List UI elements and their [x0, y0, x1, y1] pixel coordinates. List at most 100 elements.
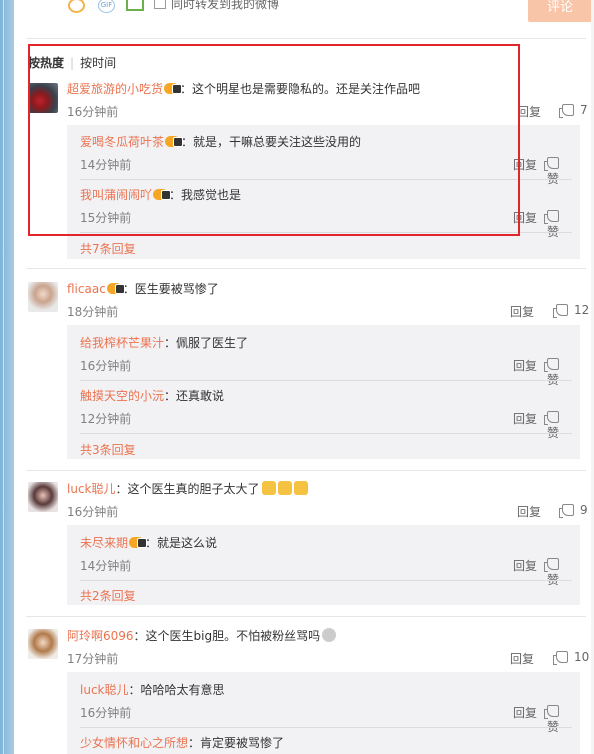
divider: [26, 470, 586, 471]
thumbs-up-icon: [553, 651, 568, 665]
vip-badge-icon: [129, 537, 148, 548]
thumbs-up-icon: [553, 304, 568, 318]
thumbs-up-emoji-icon: [277, 481, 292, 495]
sub-reply-time: 16分钟前: [80, 359, 132, 373]
thumbs-up-icon: [544, 411, 559, 425]
sub-reply-text: ：佩服了医生了: [164, 336, 249, 350]
image-icon[interactable]: [126, 0, 144, 11]
comment-panel: GIF 同时转发到我的微博 评论 按热度 | 按时间 超爱旅游的小吃货 ：这个明星也是…: [14, 0, 594, 754]
gif-icon[interactable]: GIF: [98, 0, 115, 13]
sub-reply-text: ：还真敢说: [164, 389, 225, 403]
vip-badge-icon: [106, 283, 125, 294]
sub-reply-time: 16分钟前: [80, 706, 132, 720]
sub-reply-username[interactable]: luck聪儿: [80, 683, 129, 697]
reply-button[interactable]: 回复: [510, 303, 534, 320]
like-count: 10: [574, 650, 590, 664]
sub-reply-button[interactable]: 回复: [513, 410, 537, 427]
sub-reply-username[interactable]: 给我榨杯芒果汁: [80, 336, 164, 350]
thumbs-up-icon: [544, 210, 559, 224]
sub-like-button[interactable]: 赞: [544, 209, 572, 240]
like-button[interactable]: 9: [559, 503, 588, 518]
like-count: 7: [580, 103, 588, 117]
reply-button[interactable]: 回复: [510, 650, 534, 667]
more-replies-link[interactable]: 共3条回复: [80, 441, 136, 458]
comment-text: ：这个医生真的胆子太大了: [115, 482, 260, 496]
sub-reply-item: 未尽来期 ：就是这么说: [80, 534, 572, 551]
reply-button[interactable]: 回复: [517, 103, 541, 120]
sub-reply-username[interactable]: 少女情怀和心之所想: [80, 736, 188, 750]
comment-time: 18分钟前: [67, 305, 119, 319]
sub-reply-item: luck聪儿：哈哈哈太有意思: [80, 681, 572, 698]
thumbs-up-icon: [559, 504, 574, 518]
sub-reply-username[interactable]: 触摸天空的小沅: [80, 389, 164, 403]
sub-reply-meta: 12分钟前 回复 赞: [80, 410, 572, 440]
like-button[interactable]: 12: [553, 303, 590, 318]
post-comment-button[interactable]: 评论: [528, 0, 592, 22]
thumbs-up-emoji-icon: [293, 481, 308, 495]
highlight-box: [28, 44, 520, 236]
comment-username[interactable]: luck聪儿: [67, 482, 116, 496]
like-count: 9: [580, 503, 588, 517]
divider: [26, 616, 586, 617]
sub-reply-button[interactable]: 回复: [513, 557, 537, 574]
comment-time: 17分钟前: [67, 652, 119, 666]
divider: [80, 380, 572, 381]
sub-reply-time: 12分钟前: [80, 412, 132, 426]
repost-checkbox[interactable]: [154, 0, 166, 9]
sub-reply-item: 少女情怀和心之所想：肯定要被骂惨了: [80, 734, 572, 751]
emoji-icon[interactable]: [68, 0, 85, 13]
sub-like-button[interactable]: 赞: [544, 557, 572, 588]
divider: [80, 580, 572, 581]
thumbs-up-emoji-icon: [261, 481, 276, 495]
comment-content: flicaac ：医生要被骂惨了: [67, 280, 219, 297]
comment-item: 阿玲啊6096：这个医生big胆。不怕被粉丝骂吗 17分钟前 回复 10 luc…: [14, 627, 594, 754]
sub-reply-text: ：哈哈哈太有意思: [128, 683, 225, 697]
comment-content: 阿玲啊6096：这个医生big胆。不怕被粉丝骂吗: [67, 627, 337, 644]
comment-toolbar: GIF 同时转发到我的微博 评论: [14, 0, 594, 28]
avatar[interactable]: [28, 282, 58, 312]
comment-content: luck聪儿：这个医生真的胆子太大了: [67, 480, 308, 497]
divider: [26, 268, 586, 269]
divider: [80, 727, 572, 728]
thumbs-up-icon: [544, 157, 559, 171]
sub-reply-meta: 16分钟前 回复 赞: [80, 704, 572, 734]
sub-replies: 未尽来期 ：就是这么说 14分钟前 回复 赞 共2条回复: [67, 525, 580, 605]
divider: [26, 38, 586, 39]
sub-like-button[interactable]: 赞: [544, 357, 572, 388]
sub-reply-username[interactable]: 未尽来期: [80, 536, 128, 550]
sub-like-button[interactable]: 赞: [544, 156, 572, 187]
thumbs-up-icon: [544, 705, 559, 719]
sub-reply-button[interactable]: 回复: [513, 357, 537, 374]
like-button[interactable]: 10: [553, 650, 590, 665]
sub-replies: luck聪儿：哈哈哈太有意思 16分钟前 回复 赞 少女情怀和心之所想：肯定要被…: [67, 672, 580, 754]
repost-label: 同时转发到我的微博: [171, 0, 280, 11]
comment-username[interactable]: 阿玲啊6096: [67, 629, 134, 643]
like-button[interactable]: 7: [559, 103, 588, 118]
sub-reply-text: ：就是这么说: [145, 536, 218, 550]
sub-reply-button[interactable]: 回复: [513, 704, 537, 721]
avatar[interactable]: [28, 482, 58, 512]
like-count: 12: [574, 303, 590, 317]
comment-time: 16分钟前: [67, 505, 119, 519]
comment-text: ：医生要被骂惨了: [122, 282, 219, 296]
sub-like-button[interactable]: 赞: [544, 704, 572, 735]
sub-reply-meta: 14分钟前 回复 赞: [80, 557, 572, 587]
comment-text: ：这个医生big胆。不怕被粉丝骂吗: [133, 629, 321, 643]
sub-reply-time: 14分钟前: [80, 559, 132, 573]
sub-replies: 给我榨杯芒果汁：佩服了医生了 16分钟前 回复 赞 触摸天空的小沅：还真敢说 1…: [67, 325, 580, 459]
avatar[interactable]: [28, 629, 58, 659]
divider: [80, 433, 572, 434]
comment-item: luck聪儿：这个医生真的胆子太大了 16分钟前 回复 9 未尽来期 ：就是这么说…: [14, 480, 594, 615]
comment-item: flicaac ：医生要被骂惨了 18分钟前 回复 12 给我榨杯芒果汁：佩服了医…: [14, 280, 594, 470]
more-replies-link[interactable]: 共7条回复: [80, 240, 136, 257]
thumbs-up-icon: [544, 358, 559, 372]
sub-like-button[interactable]: 赞: [544, 410, 572, 441]
more-replies-link[interactable]: 共2条回复: [80, 587, 136, 604]
dizzy-face-emoji-icon: [322, 628, 337, 642]
sub-reply-item: 给我榨杯芒果汁：佩服了医生了: [80, 334, 572, 351]
reply-button[interactable]: 回复: [517, 503, 541, 520]
sub-reply-text: ：肯定要被骂惨了: [188, 736, 285, 750]
page-left-edge: [0, 0, 14, 754]
thumbs-up-icon: [544, 558, 559, 572]
comment-username[interactable]: flicaac: [67, 282, 106, 296]
